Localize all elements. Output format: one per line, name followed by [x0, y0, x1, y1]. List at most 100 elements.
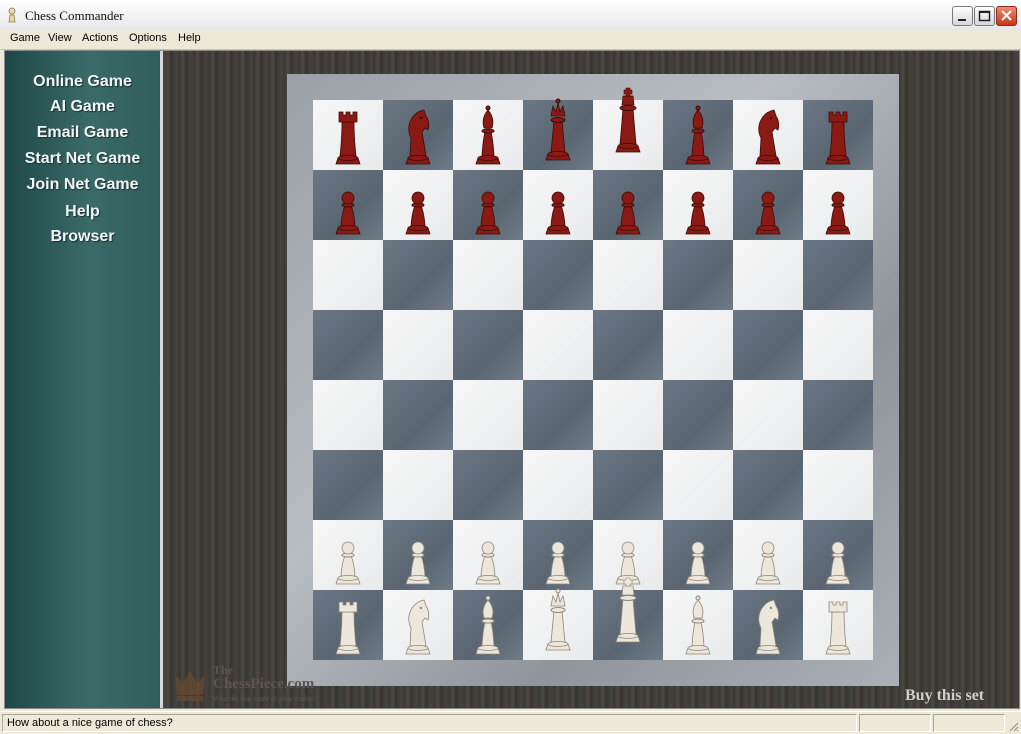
board-square[interactable]	[663, 380, 733, 450]
board-square[interactable]	[733, 310, 803, 380]
chess-queen-icon	[545, 588, 571, 651]
dark-red-knight-piece[interactable]	[748, 98, 788, 173]
sidebar-item-join-net-game[interactable]: Join Net Game	[5, 176, 160, 194]
chess-knight-icon	[405, 599, 431, 655]
board-square[interactable]	[733, 380, 803, 450]
maximize-button[interactable]	[974, 6, 995, 26]
chess-knight-icon	[755, 599, 781, 655]
ivory-pawn-piece[interactable]	[818, 518, 858, 593]
board-square[interactable]	[313, 450, 383, 520]
board-square[interactable]	[383, 450, 453, 520]
ivory-rook-piece[interactable]	[328, 588, 368, 663]
dark-red-pawn-piece[interactable]	[818, 168, 858, 243]
board-square[interactable]	[803, 240, 873, 310]
board-square[interactable]	[313, 310, 383, 380]
board-square[interactable]	[383, 380, 453, 450]
board-square[interactable]	[523, 450, 593, 520]
dark-red-rook-piece[interactable]	[328, 98, 368, 173]
dark-red-king-piece[interactable]	[608, 86, 648, 161]
brand-name: ChessPiece.com	[213, 676, 315, 692]
sidebar-item-browser[interactable]: Browser	[5, 228, 160, 246]
sidebar-item-online-game[interactable]: Online Game	[5, 73, 160, 91]
menu-actions[interactable]: Actions	[82, 32, 118, 44]
ivory-pawn-piece[interactable]	[748, 518, 788, 593]
dark-red-bishop-piece[interactable]	[678, 98, 718, 173]
ivory-queen-piece[interactable]	[538, 584, 578, 659]
board-square[interactable]	[663, 450, 733, 520]
minimize-button[interactable]	[952, 6, 973, 26]
window-title: Chess Commander	[25, 8, 124, 23]
chess-pawn-icon	[475, 541, 501, 585]
board-square[interactable]	[523, 240, 593, 310]
dark-red-knight-piece[interactable]	[398, 98, 438, 173]
dark-red-pawn-piece[interactable]	[538, 168, 578, 243]
app-window: Chess Commander Game View Actions Option…	[0, 0, 1021, 734]
ivory-rook-piece[interactable]	[818, 588, 858, 663]
ivory-knight-piece[interactable]	[748, 588, 788, 663]
board-square[interactable]	[313, 380, 383, 450]
ivory-pawn-piece[interactable]	[468, 518, 508, 593]
board-square[interactable]	[593, 310, 663, 380]
board-square[interactable]	[803, 310, 873, 380]
title-bar[interactable]: Chess Commander	[0, 0, 1021, 31]
board-square[interactable]	[593, 450, 663, 520]
close-button[interactable]	[996, 6, 1017, 26]
board-square[interactable]	[523, 310, 593, 380]
menu-options[interactable]: Options	[129, 32, 167, 44]
board-square[interactable]	[383, 240, 453, 310]
board-square[interactable]	[803, 450, 873, 520]
resize-grip-icon[interactable]	[1007, 720, 1019, 732]
dark-red-pawn-piece[interactable]	[468, 168, 508, 243]
sidebar-item-help[interactable]: Help	[5, 203, 160, 221]
ivory-pawn-piece[interactable]	[328, 518, 368, 593]
chess-pawn-icon	[335, 191, 361, 235]
ivory-pawn-piece[interactable]	[678, 518, 718, 593]
wood-table: The ChessPiece.com Who do You want to pl…	[165, 51, 1019, 708]
board-square[interactable]	[733, 450, 803, 520]
board-square[interactable]	[593, 380, 663, 450]
board-square[interactable]	[453, 380, 523, 450]
dark-red-bishop-piece[interactable]	[468, 98, 508, 173]
buy-this-set-link[interactable]: Buy this set	[905, 687, 984, 705]
status-pane-message: How about a nice game of chess?	[2, 714, 857, 732]
dark-red-rook-piece[interactable]	[818, 98, 858, 173]
chess-rook-icon	[335, 111, 361, 165]
dark-red-pawn-piece[interactable]	[328, 168, 368, 243]
board-square[interactable]	[453, 450, 523, 520]
board-square[interactable]	[663, 240, 733, 310]
sidebar-item-ai-game[interactable]: AI Game	[5, 98, 160, 116]
dark-red-pawn-piece[interactable]	[678, 168, 718, 243]
dark-red-queen-piece[interactable]	[538, 94, 578, 169]
menu-view[interactable]: View	[48, 32, 72, 44]
chess-bishop-icon	[685, 595, 711, 655]
chess-pawn-icon	[755, 191, 781, 235]
ivory-pawn-piece[interactable]	[538, 518, 578, 593]
sidebar-item-start-net-game[interactable]: Start Net Game	[5, 150, 160, 168]
board-square[interactable]	[453, 240, 523, 310]
board-square[interactable]	[803, 380, 873, 450]
ivory-king-piece[interactable]	[608, 576, 648, 651]
board-square[interactable]	[733, 240, 803, 310]
board-square[interactable]	[523, 380, 593, 450]
ivory-knight-piece[interactable]	[398, 588, 438, 663]
sidebar-item-email-game[interactable]: Email Game	[5, 124, 160, 142]
menu-help[interactable]: Help	[178, 32, 201, 44]
chess-pawn-icon	[825, 541, 851, 585]
dark-red-pawn-piece[interactable]	[748, 168, 788, 243]
chess-bishop-icon	[475, 595, 501, 655]
dark-red-pawn-piece[interactable]	[608, 168, 648, 243]
chess-board[interactable]	[313, 87, 873, 663]
ivory-bishop-piece[interactable]	[468, 588, 508, 663]
minimize-icon	[958, 19, 966, 21]
ivory-pawn-piece[interactable]	[398, 518, 438, 593]
board-square[interactable]	[383, 310, 453, 380]
board-square[interactable]	[313, 240, 383, 310]
menu-game[interactable]: Game	[10, 32, 40, 44]
board-square[interactable]	[593, 240, 663, 310]
ivory-bishop-piece[interactable]	[678, 588, 718, 663]
chess-pawn-icon	[615, 191, 641, 235]
dark-red-pawn-piece[interactable]	[398, 168, 438, 243]
maximize-icon	[978, 10, 991, 22]
board-square[interactable]	[453, 310, 523, 380]
board-square[interactable]	[663, 310, 733, 380]
